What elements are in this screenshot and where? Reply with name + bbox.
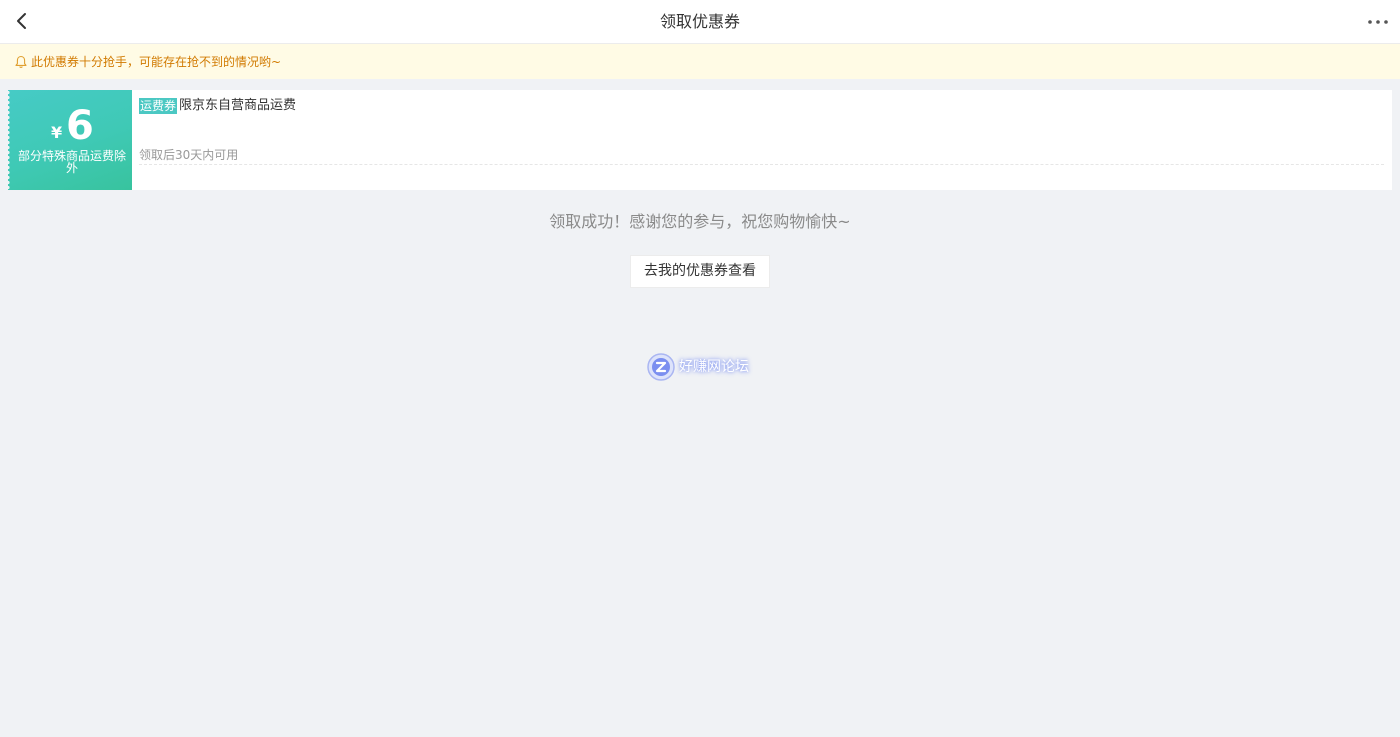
coupon-card[interactable]: ¥ 6 部分特殊商品运费除外 运费券 限京东自营商品运费 领取后30天内可用 bbox=[8, 90, 1392, 190]
coupon-amount-value: 6 bbox=[66, 103, 94, 149]
coupon-type-badge: 运费券 bbox=[139, 98, 178, 114]
watermark-text: 好赚网论坛 bbox=[679, 359, 749, 375]
currency-symbol: ¥ bbox=[51, 123, 63, 142]
coupon-value-panel: ¥ 6 部分特殊商品运费除外 bbox=[8, 90, 132, 190]
page-title: 领取优惠券 bbox=[659, 12, 740, 31]
more-dots-icon bbox=[1368, 20, 1388, 24]
forum-watermark: 好赚网论坛 bbox=[646, 352, 766, 382]
success-message: 领取成功！感谢您的参与，祝您购物愉快~ bbox=[549, 212, 851, 231]
forum-logo-icon bbox=[647, 353, 675, 381]
coupon-amount: ¥ 6 bbox=[8, 102, 132, 150]
coupon-validity: 领取后30天内可用 bbox=[139, 148, 239, 162]
bell-icon bbox=[15, 55, 27, 68]
top-nav-bar: 领取优惠券 bbox=[0, 0, 1400, 44]
coupon-divider bbox=[139, 164, 1384, 165]
notice-bar: 此优惠券十分抢手，可能存在抢不到的情况哟~ bbox=[0, 44, 1400, 79]
view-my-coupons-button[interactable]: 去我的优惠券查看 bbox=[630, 255, 770, 288]
coupon-info: 运费券 限京东自营商品运费 领取后30天内可用 bbox=[139, 90, 1392, 190]
coupon-scope: 限京东自营商品运费 bbox=[179, 98, 297, 113]
more-button[interactable] bbox=[1366, 10, 1392, 34]
notice-text: 此优惠券十分抢手，可能存在抢不到的情况哟~ bbox=[31, 55, 282, 69]
coupon-limit-text: 部分特殊商品运费除外 bbox=[18, 149, 127, 175]
